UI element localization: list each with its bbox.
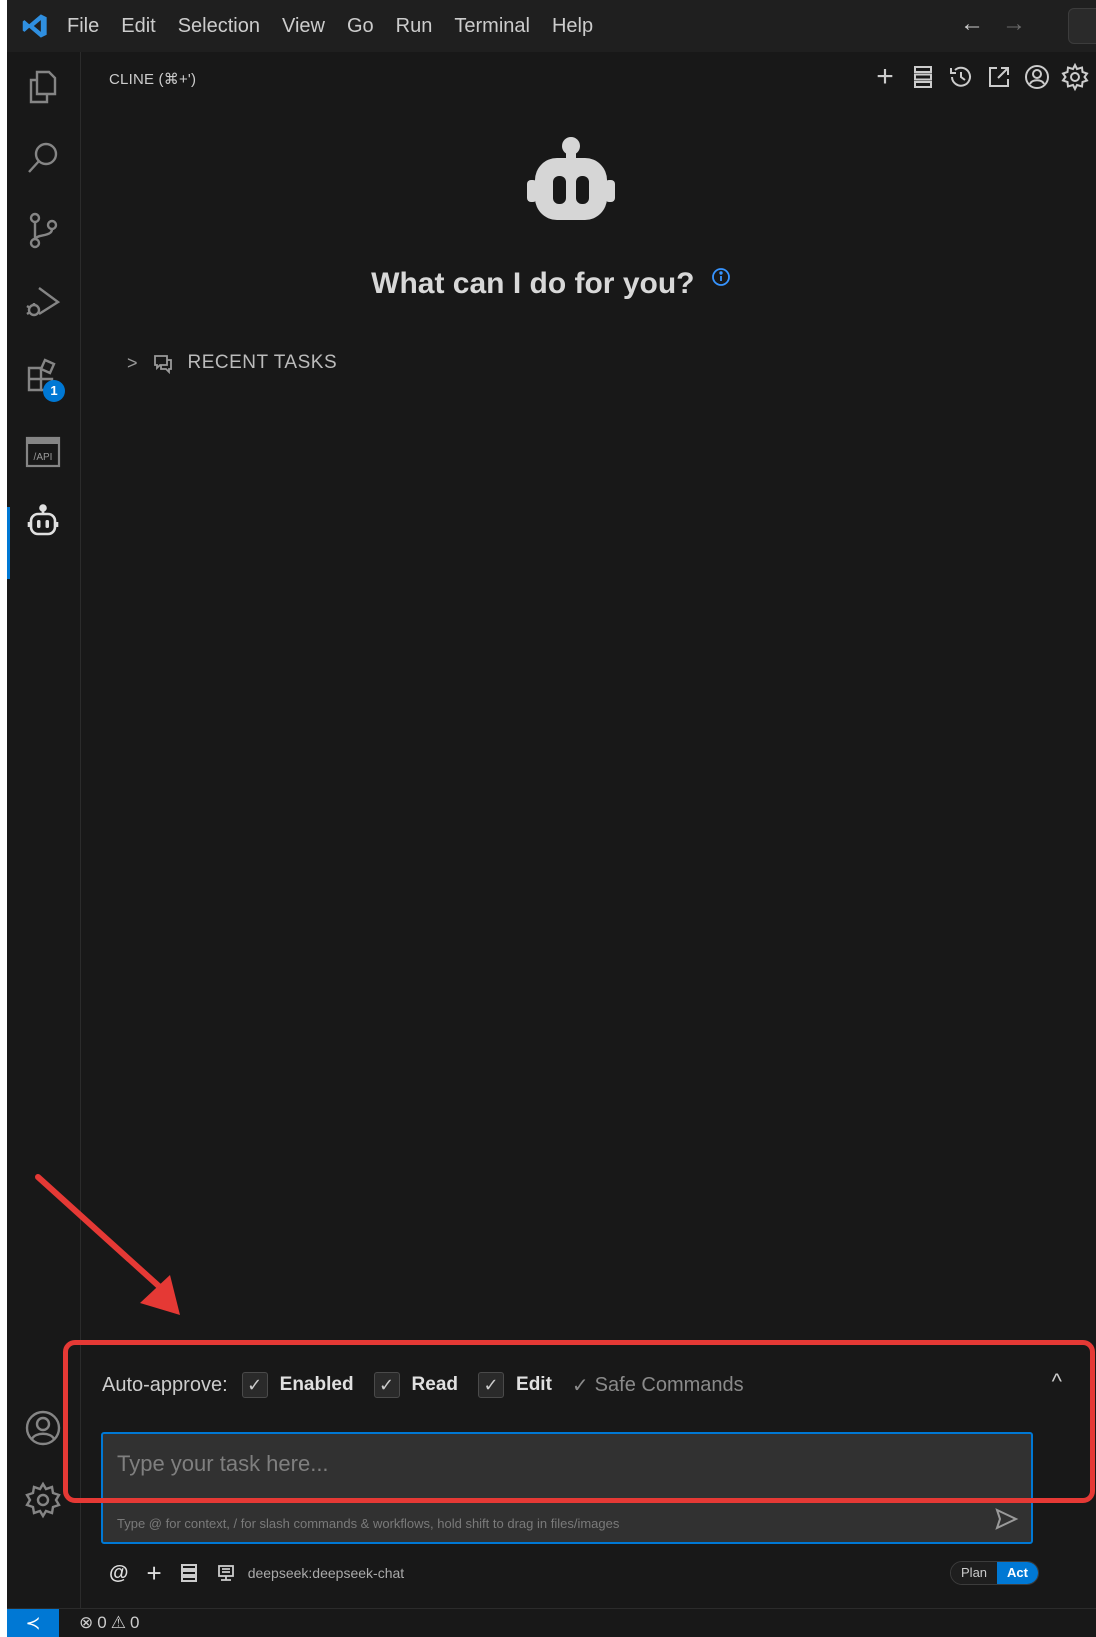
warning-count: 0 <box>129 1613 140 1632</box>
safe-commands-label[interactable]: Safe Commands <box>595 1374 744 1397</box>
status-bar: ≺ ⊗ 0 ⚠ 0 <box>7 1608 1096 1637</box>
run-debug-icon[interactable] <box>23 282 63 322</box>
task-input-hint: Type @ for context, / for slash commands… <box>117 1516 620 1531</box>
account-icon[interactable] <box>1022 62 1052 92</box>
search-icon[interactable] <box>23 138 63 178</box>
collapse-caret-icon[interactable]: ^ <box>1052 1369 1062 1395</box>
add-context-button[interactable]: @ <box>109 1562 129 1585</box>
settings-icon[interactable] <box>1060 62 1090 92</box>
cline-robot-logo-icon <box>527 137 615 220</box>
comment-icon <box>153 355 172 374</box>
menu-terminal[interactable]: Terminal <box>454 0 530 52</box>
source-control-icon[interactable] <box>23 210 63 250</box>
account-icon[interactable] <box>23 1408 63 1448</box>
menu-view[interactable]: View <box>282 0 325 52</box>
act-mode-button[interactable]: Act <box>997 1562 1038 1584</box>
forward-arrow-icon[interactable]: → <box>1002 10 1026 38</box>
read-label: Read <box>411 1374 459 1395</box>
recent-tasks-toggle[interactable]: > RECENT TASKS <box>127 352 337 374</box>
remote-indicator[interactable]: ≺ <box>7 1609 59 1637</box>
menu-run[interactable]: Run <box>396 0 433 52</box>
add-files-button[interactable]: + <box>147 1558 162 1589</box>
active-indicator <box>7 507 10 579</box>
send-icon[interactable] <box>993 1506 1019 1532</box>
activity-bar: 1 /API <box>7 52 81 1608</box>
menu-help[interactable]: Help <box>552 0 593 52</box>
back-arrow-icon[interactable]: ← <box>960 10 984 38</box>
menu-file[interactable]: File <box>67 0 99 52</box>
cline-robot-icon[interactable] <box>23 502 63 542</box>
divider <box>97 1344 1057 1345</box>
task-input[interactable] <box>117 1446 997 1482</box>
model-chip-icon[interactable] <box>216 1563 236 1583</box>
warning-icon: ⚠ <box>110 1613 126 1632</box>
error-count: 0 <box>97 1613 107 1632</box>
mcp-server-icon[interactable] <box>908 62 938 92</box>
vscode-window: File Edit Selection View Go Run Terminal… <box>7 0 1096 1637</box>
cline-panel: CLINE (⌘+') + What can I do for you? > R… <box>81 52 1096 1608</box>
plus-glyph: + <box>876 62 894 92</box>
title-bar: File Edit Selection View Go Run Terminal… <box>7 0 1096 52</box>
panel-title: CLINE (⌘+') <box>109 71 197 88</box>
plan-act-toggle: Plan Act <box>950 1561 1039 1585</box>
error-icon: ⊗ <box>79 1613 94 1632</box>
command-center-search[interactable] <box>1068 8 1096 44</box>
enabled-label: Enabled <box>279 1374 354 1395</box>
problems-indicator[interactable]: ⊗ 0 ⚠ 0 <box>79 1613 139 1633</box>
menu-go[interactable]: Go <box>347 0 374 52</box>
enabled-checkbox[interactable]: ✓ <box>241 1372 268 1398</box>
auto-approve-row: Auto-approve: ✓ Enabled ✓ Read ✓ Edit ✓ … <box>102 1367 1062 1403</box>
popout-icon[interactable] <box>984 62 1014 92</box>
explorer-icon[interactable] <box>23 66 63 106</box>
chat-bottom-toolbar: @ + deepseek:deepseek-chat Plan Act <box>109 1557 1039 1589</box>
menu-selection[interactable]: Selection <box>178 0 260 52</box>
auto-approve-label: Auto-approve: <box>102 1373 228 1396</box>
nav-arrows: ← → <box>960 10 1026 38</box>
info-icon[interactable] <box>711 267 731 287</box>
panel-actions: + <box>870 62 1090 92</box>
hero-title-text: What can I do for you? <box>371 267 695 300</box>
task-input-box: Type @ for context, / for slash commands… <box>101 1432 1033 1544</box>
hero-title: What can I do for you? <box>81 267 1021 301</box>
settings-gear-icon[interactable] <box>23 1480 63 1520</box>
edit-label: Edit <box>516 1374 552 1395</box>
chevron-right-icon: > <box>127 352 138 373</box>
menu-edit[interactable]: Edit <box>121 0 155 52</box>
mcp-server-icon[interactable] <box>180 1563 198 1583</box>
safe-commands-check-icon: ✓ <box>571 1374 589 1397</box>
plus-icon[interactable]: + <box>870 62 900 92</box>
read-checkbox[interactable]: ✓ <box>373 1372 400 1398</box>
extensions-badge: 1 <box>43 380 65 402</box>
model-selector[interactable]: deepseek:deepseek-chat <box>248 1565 404 1581</box>
plan-mode-button[interactable]: Plan <box>951 1562 998 1584</box>
api-icon[interactable]: /API <box>23 432 63 472</box>
history-icon[interactable] <box>946 62 976 92</box>
edit-checkbox[interactable]: ✓ <box>478 1372 505 1398</box>
recent-tasks-label: RECENT TASKS <box>187 352 338 373</box>
api-icon-label: /API <box>34 452 53 463</box>
vscode-logo-icon <box>22 14 47 38</box>
